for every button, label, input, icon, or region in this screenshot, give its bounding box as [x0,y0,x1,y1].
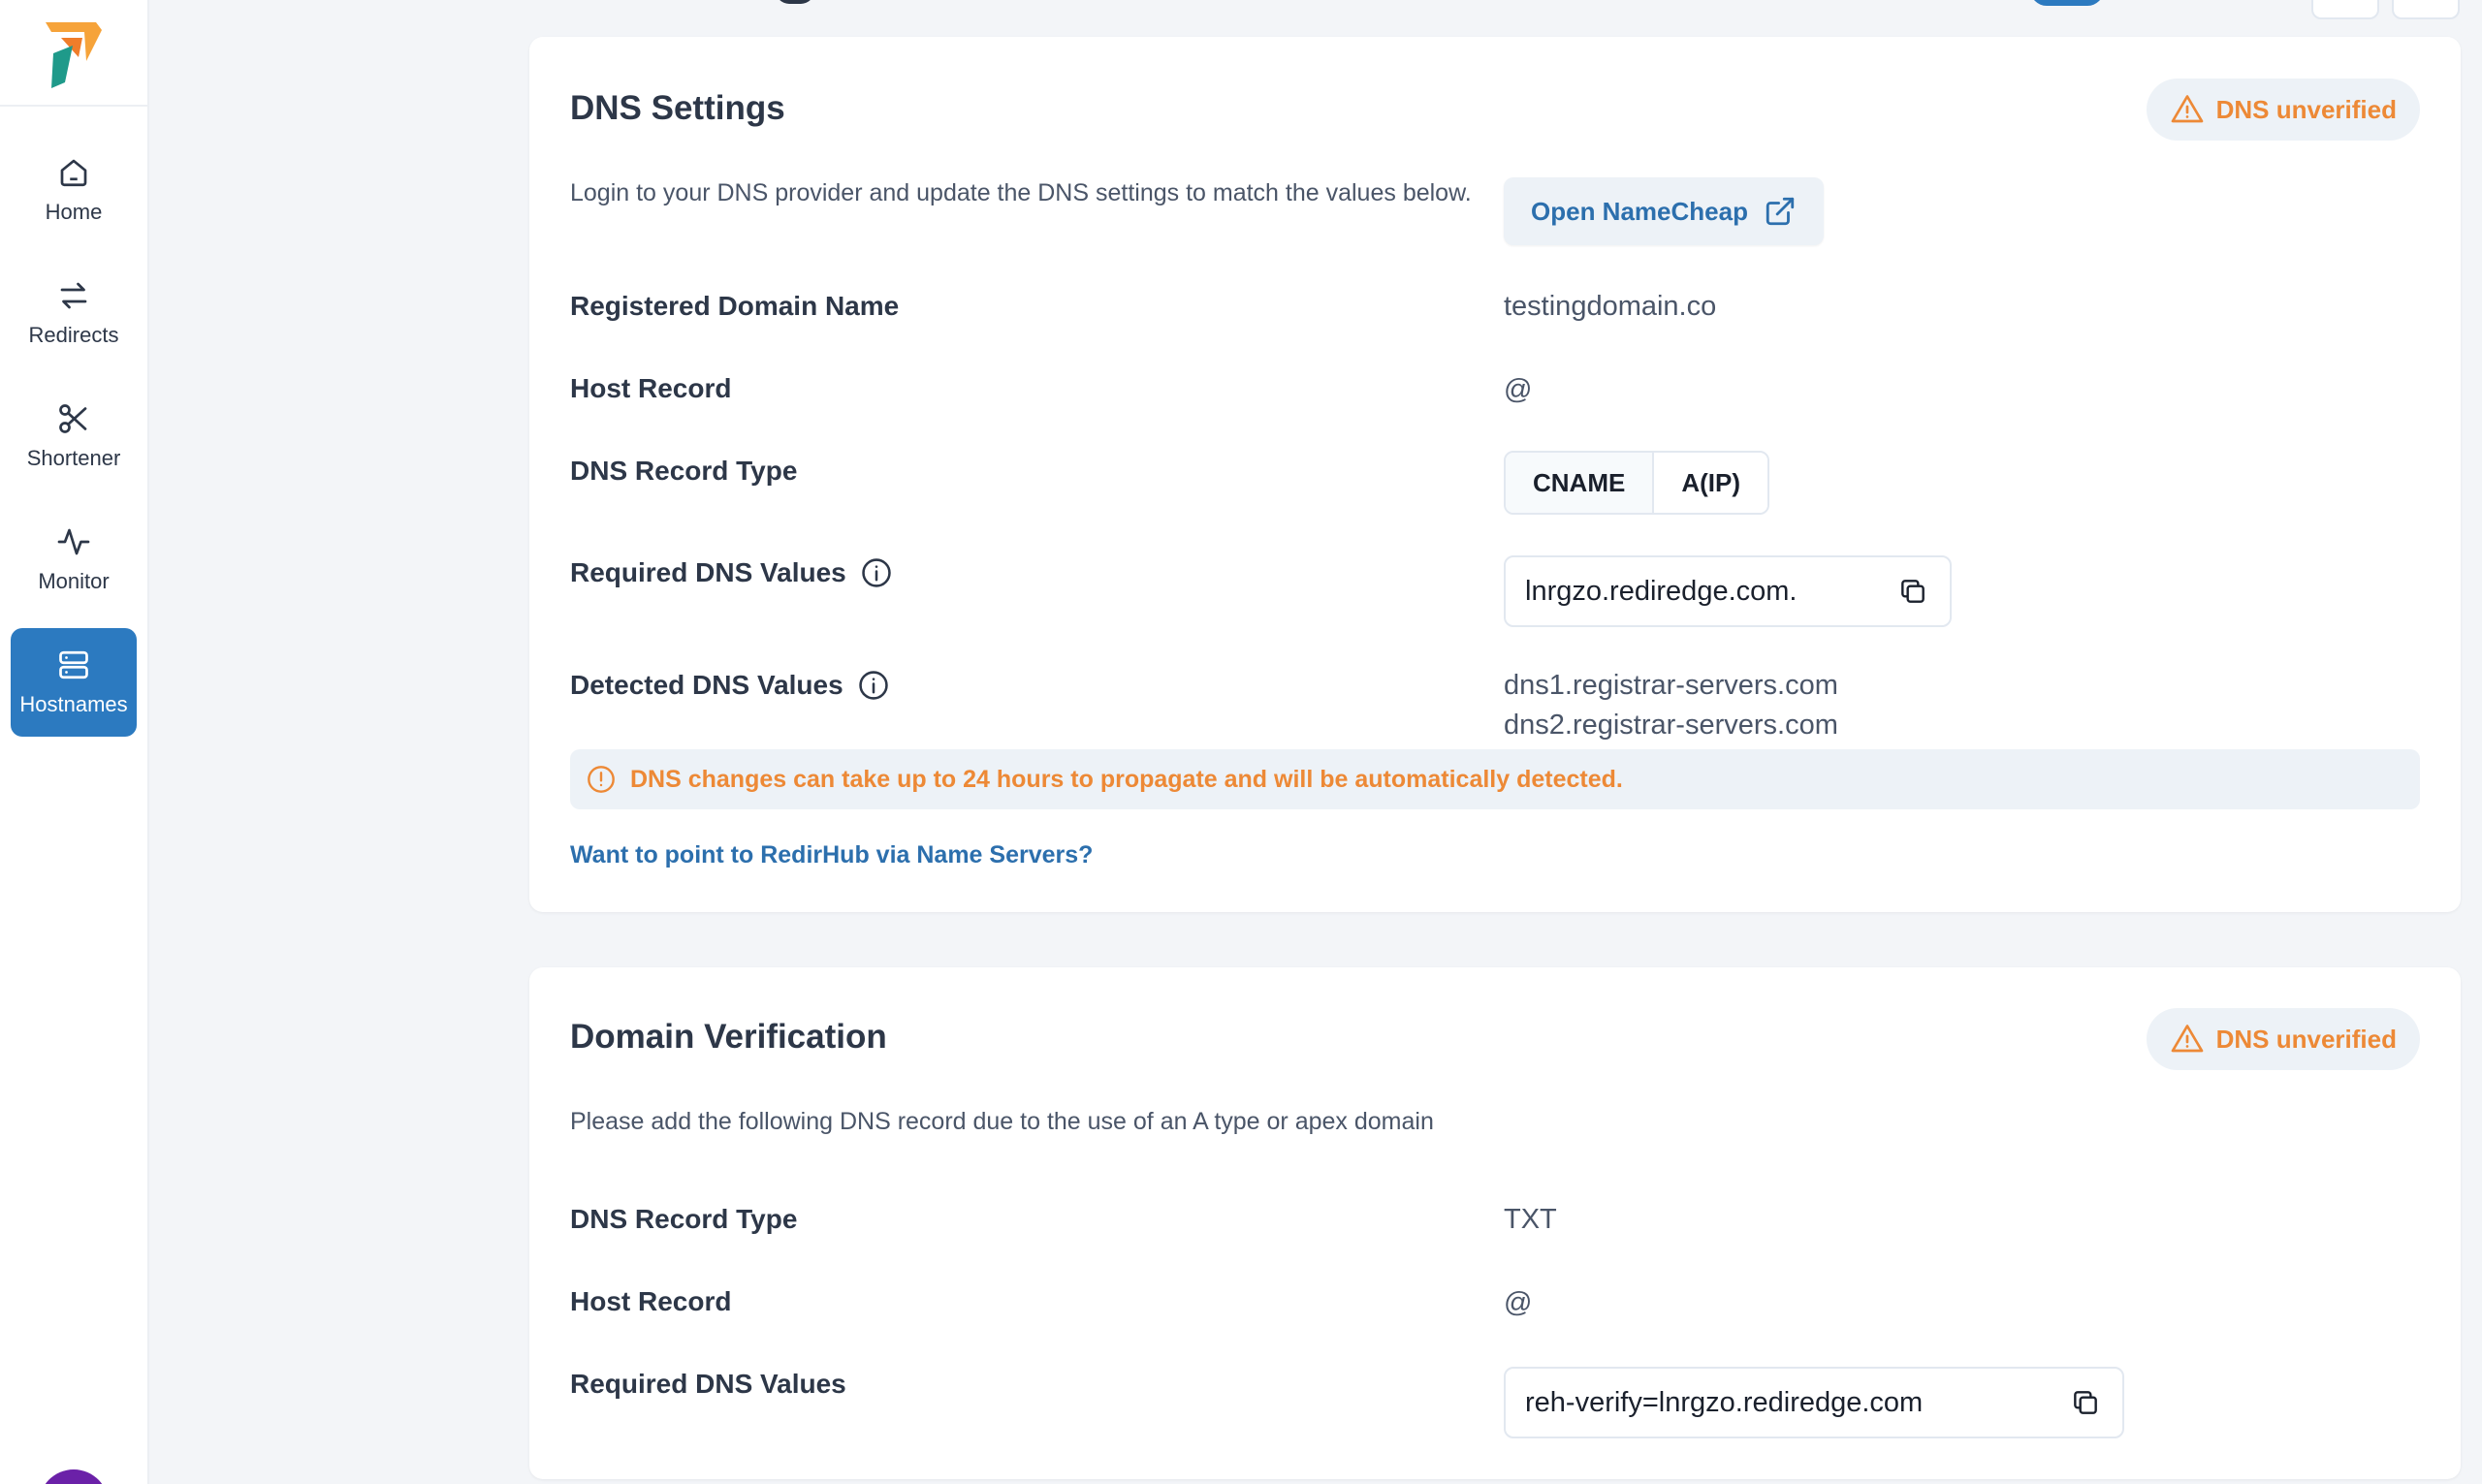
record-type-toggle: CNAME A(IP) [1504,451,1770,515]
info-icon[interactable] [857,669,890,702]
propagation-alert-text: DNS changes can take up to 24 hours to p… [630,765,1623,793]
registered-domain-label-text: Registered Domain Name [570,291,900,321]
server-icon [59,650,88,679]
open-provider-button[interactable]: Open NameCheap [1504,177,1824,245]
detected-values-label: Detected DNS Values [570,669,890,702]
name-servers-link[interactable]: Want to point to RedirHub via Name Serve… [570,841,1093,869]
detected-values-label-text: Detected DNS Values [570,670,843,700]
logo-area [0,0,147,107]
header-action-button[interactable] [2392,0,2460,19]
sidebar-item-label: Shortener [26,446,121,470]
host-record-label: Host Record [570,373,731,404]
header-title-fragment [776,0,814,4]
required-values-label-text: Required DNS Values [570,1369,846,1399]
domain-verification-title: Domain Verification [570,1018,887,1056]
copy-icon[interactable] [2070,1387,2101,1418]
status-badge-label: DNS unverified [2215,1024,2397,1054]
registered-domain-label: Registered Domain Name [570,291,899,322]
required-values-label: Required DNS Values [570,556,893,589]
host-record-value: @ [1504,374,1533,405]
required-values-label: Required DNS Values [570,1369,846,1400]
sidebar-item-label: Redirects [28,323,119,347]
arrows-swap-icon [60,282,87,309]
detected-value-1: dns1.registrar-servers.com [1504,670,1838,701]
record-type-label: DNS Record Type [570,1204,797,1235]
avatar[interactable] [39,1469,109,1484]
record-type-label-text: DNS Record Type [570,456,798,486]
record-type-value: TXT [1504,1204,1557,1235]
domain-verification-description: Please add the following DNS record due … [570,1108,1434,1135]
record-type-label-text: DNS Record Type [570,1204,798,1234]
propagation-alert: DNS changes can take up to 24 hours to p… [570,749,2420,809]
required-value-text: lnrgzo.rediredge.com. [1525,575,1798,607]
sidebar: Home Redirects Shortener Monitor Hostnam… [0,0,149,1484]
sidebar-item-label: Hostnames [19,692,128,716]
info-icon[interactable] [860,556,893,589]
home-icon [60,159,87,187]
status-badge-label: DNS unverified [2215,94,2397,124]
warning-icon [2171,95,2203,123]
sidebar-item-home[interactable]: Home [11,136,137,244]
app-root: Home Redirects Shortener Monitor Hostnam… [0,0,2482,1484]
required-value-field[interactable]: lnrgzo.rediredge.com. [1504,555,1952,627]
app-logo-icon[interactable] [40,16,108,88]
sidebar-item-monitor[interactable]: Monitor [11,505,137,614]
detected-value-2: dns2.registrar-servers.com [1504,710,1838,741]
host-record-label-text: Host Record [570,1286,732,1316]
header-action-button[interactable] [2311,0,2379,19]
required-value-text: reh-verify=lnrgzo.rediredge.com [1525,1386,1924,1418]
host-record-label-text: Host Record [570,373,732,403]
info-icon [588,766,615,793]
warning-icon [2171,1025,2203,1053]
open-provider-label: Open NameCheap [1531,196,1748,226]
copy-icon[interactable] [1897,576,1928,607]
record-type-label: DNS Record Type [570,456,797,487]
sidebar-item-hostnames[interactable]: Hostnames [11,628,137,737]
external-link-icon [1766,197,1795,226]
record-type-option-a[interactable]: A(IP) [1652,453,1768,513]
status-badge: DNS unverified [2146,79,2420,141]
activity-icon [57,528,90,555]
dns-settings-title: DNS Settings [570,89,785,127]
domain-verification-card: Domain Verification DNS unverified Pleas… [529,967,2461,1479]
required-values-label-text: Required DNS Values [570,557,846,587]
header-toggle[interactable] [2030,0,2104,6]
dns-settings-card: DNS Settings DNS unverified Login to you… [529,37,2461,912]
sidebar-item-redirects[interactable]: Redirects [11,259,137,367]
required-value-field[interactable]: reh-verify=lnrgzo.rediredge.com [1504,1367,2124,1438]
host-record-value: @ [1504,1287,1533,1318]
record-type-option-cname[interactable]: CNAME [1506,453,1653,513]
scissors-icon [59,404,87,433]
registered-domain-value: testingdomain.co [1504,291,1717,322]
sidebar-item-shortener[interactable]: Shortener [11,382,137,490]
dns-settings-description: Login to your DNS provider and update th… [570,179,1472,206]
status-badge: DNS unverified [2146,1008,2420,1070]
sidebar-item-label: Monitor [38,569,110,593]
host-record-label: Host Record [570,1286,731,1317]
sidebar-nav: Home Redirects Shortener Monitor Hostnam… [0,107,147,737]
sidebar-item-label: Home [45,200,103,224]
